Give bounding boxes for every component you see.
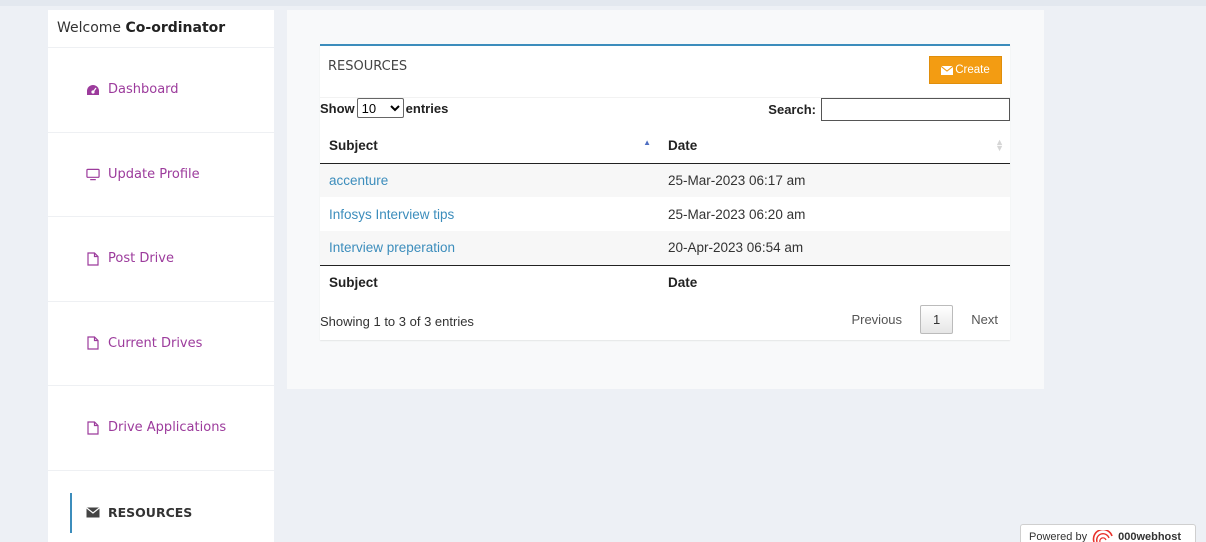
resources-box: RESOURCES Create Show 10 entries Search: [320, 44, 1010, 340]
sidebar-item-dashboard[interactable]: Dashboard [48, 48, 274, 133]
welcome-text: Welcome Co-ordinator [48, 10, 274, 48]
table-info: Showing 1 to 3 of 3 entries [320, 314, 474, 329]
search-input[interactable] [821, 98, 1010, 121]
powered-brand: 000webhost [1118, 531, 1182, 542]
resource-link[interactable]: Infosys Interview tips [329, 207, 454, 222]
file-icon [86, 252, 100, 266]
user-name: Co-ordinator [125, 20, 226, 36]
sort-ascending-icon: ▲ [643, 138, 651, 147]
column-header-subject[interactable]: Subject ▲ [320, 128, 659, 164]
table-header-row: Subject ▲ Date ▲ ▼ [320, 128, 1010, 164]
next-page-button[interactable]: Next [959, 306, 1010, 333]
sidebar-item-label: Current Drives [108, 335, 203, 351]
table-row: Infosys Interview tips 25-Mar-2023 06:20… [320, 197, 1010, 231]
sidebar-item-label: Dashboard [108, 82, 179, 98]
page-1-button[interactable]: 1 [920, 305, 954, 334]
sidebar-item-label: Update Profile [108, 166, 200, 182]
table-controls: Show 10 entries Search: [320, 98, 1010, 122]
box-title: RESOURCES [328, 59, 408, 74]
resource-link[interactable]: accenture [329, 173, 388, 188]
sidebar-item-label: Post Drive [108, 251, 174, 267]
footer-column-subject: Subject [320, 264, 659, 300]
dashboard-icon [86, 83, 100, 97]
envelope-icon [86, 505, 100, 519]
search-control: Search: [768, 98, 1010, 121]
sidebar-item-label: Drive Applications [108, 420, 227, 436]
sidebar: Welcome Co-ordinator Dashboard Update Pr… [48, 10, 274, 542]
page-size-control: Show 10 entries [320, 98, 448, 118]
page-size-select[interactable]: 10 [356, 98, 404, 118]
footer-column-date: Date [659, 264, 1010, 300]
webhost-logo-icon [1092, 530, 1114, 542]
top-strip [0, 0, 1206, 6]
sidebar-item-update-profile[interactable]: Update Profile [48, 133, 274, 217]
file-icon [86, 421, 100, 435]
resource-date: 25-Mar-2023 06:20 am [668, 206, 806, 222]
monitor-icon [86, 167, 100, 181]
powered-by-badge[interactable]: Powered by 000webhost [1020, 524, 1196, 542]
column-header-date[interactable]: Date ▲ ▼ [659, 128, 1010, 164]
table-row: Interview preperation 20-Apr-2023 06:54 … [320, 231, 1010, 265]
main-panel: RESOURCES Create Show 10 entries Search: [287, 10, 1044, 389]
resource-link[interactable]: Interview preperation [329, 240, 455, 255]
file-icon [86, 336, 100, 350]
sidebar-item-resources[interactable]: RESOURCES [48, 471, 274, 542]
sidebar-item-current-drives[interactable]: Current Drives [48, 302, 274, 386]
resource-date: 25-Mar-2023 06:17 am [668, 172, 806, 188]
create-button[interactable]: Create [929, 56, 1002, 84]
table-row: accenture 25-Mar-2023 06:17 am [320, 163, 1010, 197]
resource-date: 20-Apr-2023 06:54 am [668, 240, 804, 256]
envelope-icon [941, 65, 954, 75]
sidebar-item-drive-applications[interactable]: Drive Applications [48, 386, 274, 471]
table-footer-row: Subject Date [320, 264, 1010, 300]
sort-both-icon: ▲ ▼ [995, 137, 1004, 153]
sidebar-item-label: RESOURCES [108, 504, 193, 520]
box-header: RESOURCES Create [320, 46, 1010, 98]
previous-page-button[interactable]: Previous [839, 306, 914, 333]
create-button-label: Create [955, 64, 990, 76]
resources-table: Subject ▲ Date ▲ ▼ accenture 25-Mar-2023 … [320, 128, 1010, 300]
pagination: Previous 1 Next [839, 305, 1010, 334]
sidebar-item-post-drive[interactable]: Post Drive [48, 217, 274, 302]
